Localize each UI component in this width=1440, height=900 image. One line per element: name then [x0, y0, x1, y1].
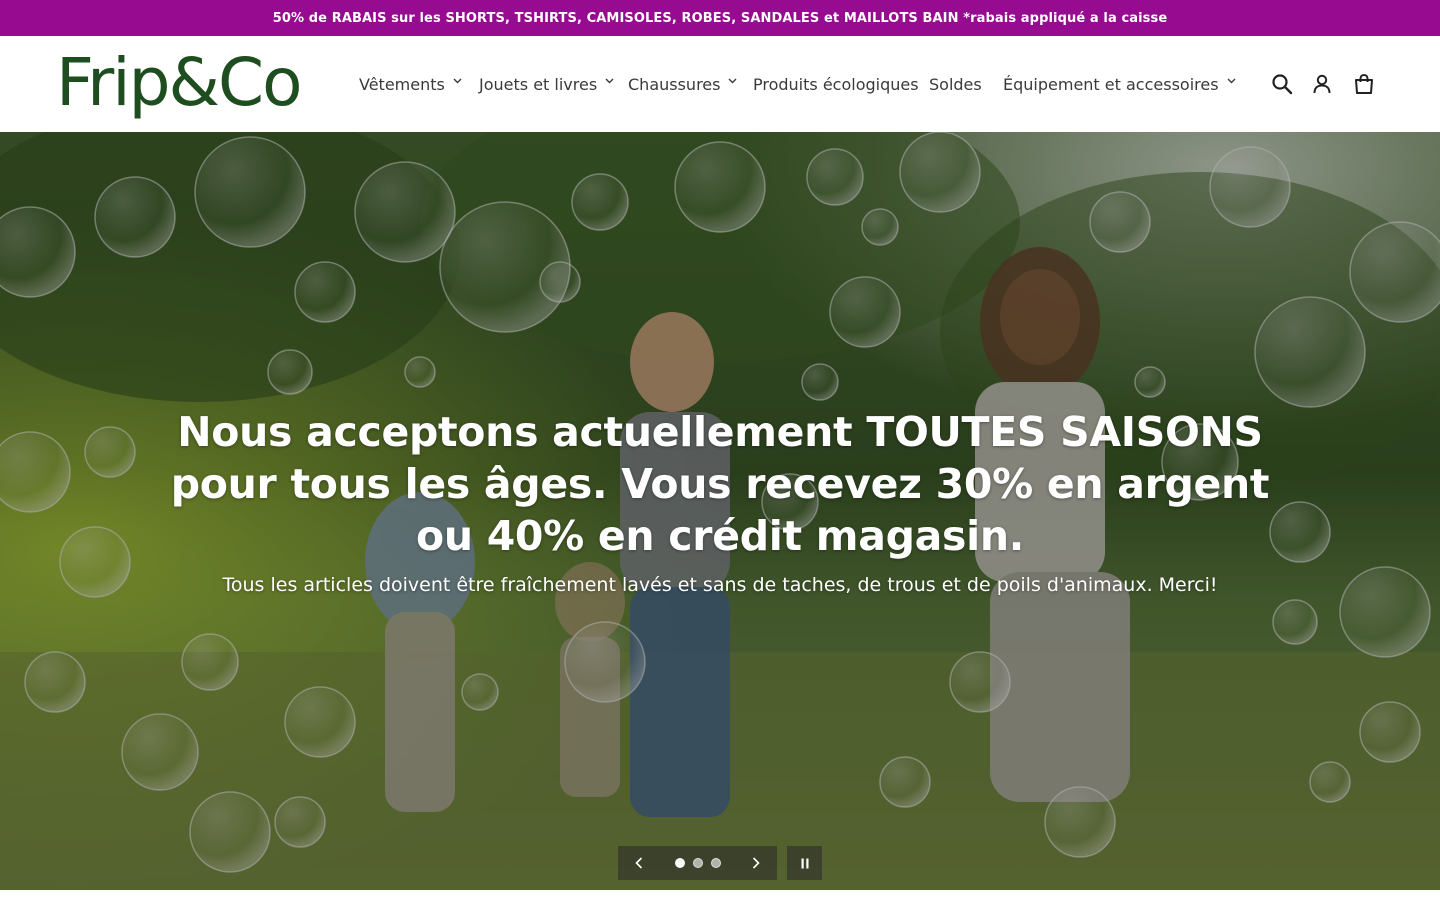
nav-item-label: Équipement et accessoires	[1003, 74, 1219, 94]
announcement-text: 50% de RABAIS sur les SHORTS, TSHIRTS, C…	[272, 10, 1168, 26]
slide-dot-3[interactable]	[710, 858, 721, 868]
nav-item-label: Chaussures	[628, 74, 721, 94]
next-slide-button[interactable]	[735, 846, 777, 880]
slideshow-controls	[618, 846, 777, 880]
hero-caption: Nous acceptons actuellement TOUTES SAISO…	[160, 406, 1280, 598]
nav-item-soldes[interactable]: Soldes	[929, 64, 1003, 104]
hero-title: Nous acceptons actuellement TOUTES SAISO…	[170, 408, 1270, 560]
nav-item-equipement-accessoires[interactable]: Équipement et accessoires	[1003, 64, 1236, 104]
account-icon[interactable]	[1310, 72, 1334, 96]
nav-item-jouets-livres[interactable]: Jouets et livres	[479, 64, 628, 104]
slide-dot-2[interactable]	[692, 858, 703, 868]
previous-slide-button[interactable]	[618, 846, 660, 880]
nav-item-vetements[interactable]: Vêtements	[359, 64, 479, 104]
nav-item-chaussures[interactable]: Chaussures	[628, 64, 753, 104]
nav-item-label: Produits écologiques	[753, 74, 919, 94]
nav-item-produits-ecologiques[interactable]: Produits écologiques	[753, 64, 929, 104]
main-nav: Vêtements Jouets et livres Chaussures Pr…	[359, 36, 1236, 132]
chevron-down-icon	[1227, 78, 1236, 86]
chevron-left-icon	[635, 854, 643, 873]
chevron-down-icon	[453, 78, 462, 86]
chevron-right-icon	[752, 854, 760, 873]
nav-item-label: Soldes	[929, 74, 982, 94]
hero-slideshow: Nous acceptons actuellement TOUTES SAISO…	[0, 132, 1440, 890]
site-header: Frip&Co Vêtements Jouets et livres Chaus…	[0, 36, 1440, 132]
hero-subtitle: Tous les articles doivent être fraîcheme…	[222, 574, 1218, 596]
nav-item-label: Jouets et livres	[479, 74, 598, 94]
search-icon[interactable]	[1270, 72, 1294, 96]
slide-dot-1[interactable]	[674, 858, 685, 868]
chevron-down-icon	[728, 78, 737, 86]
site-logo[interactable]: Frip&Co	[56, 46, 302, 120]
pause-icon	[800, 854, 810, 873]
nav-item-label: Vêtements	[359, 74, 445, 94]
chevron-down-icon	[605, 78, 614, 86]
slide-dots	[660, 858, 735, 868]
cart-icon[interactable]	[1352, 72, 1376, 96]
pause-slideshow-button[interactable]	[787, 846, 822, 880]
announcement-bar: 50% de RABAIS sur les SHORTS, TSHIRTS, C…	[0, 0, 1440, 36]
